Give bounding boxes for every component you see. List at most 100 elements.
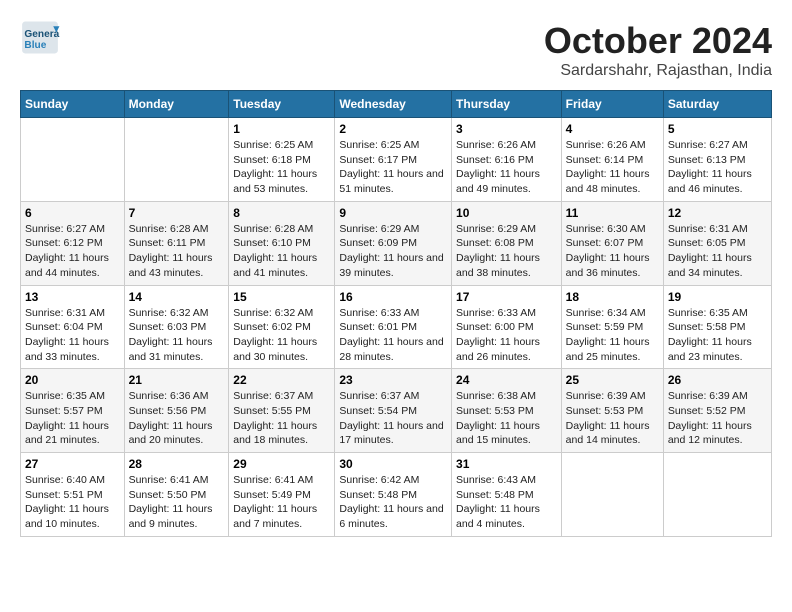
cell-info: Daylight: 11 hours and 53 minutes.: [233, 167, 330, 196]
cell-info: Sunrise: 6:42 AM: [339, 473, 447, 488]
day-number: 29: [233, 457, 330, 471]
week-row-3: 13Sunrise: 6:31 AMSunset: 6:04 PMDayligh…: [21, 285, 772, 369]
svg-text:General: General: [24, 29, 60, 40]
calendar-table: SundayMondayTuesdayWednesdayThursdayFrid…: [20, 90, 772, 537]
cell-info: Sunrise: 6:28 AM: [129, 222, 225, 237]
cell-info: Sunrise: 6:30 AM: [566, 222, 659, 237]
cell-info: Daylight: 11 hours and 21 minutes.: [25, 419, 120, 448]
calendar-cell: 17Sunrise: 6:33 AMSunset: 6:00 PMDayligh…: [452, 285, 562, 369]
day-number: 15: [233, 290, 330, 304]
cell-info: Daylight: 11 hours and 7 minutes.: [233, 502, 330, 531]
cell-info: Sunrise: 6:33 AM: [339, 306, 447, 321]
day-number: 12: [668, 206, 767, 220]
calendar-cell: 5Sunrise: 6:27 AMSunset: 6:13 PMDaylight…: [663, 118, 771, 202]
cell-info: Sunset: 6:10 PM: [233, 236, 330, 251]
cell-info: Daylight: 11 hours and 25 minutes.: [566, 335, 659, 364]
calendar-cell: [561, 453, 663, 537]
cell-info: Sunrise: 6:38 AM: [456, 389, 557, 404]
cell-info: Sunset: 6:04 PM: [25, 320, 120, 335]
day-number: 9: [339, 206, 447, 220]
cell-info: Sunrise: 6:32 AM: [233, 306, 330, 321]
calendar-cell: 8Sunrise: 6:28 AMSunset: 6:10 PMDaylight…: [229, 201, 335, 285]
cell-info: Sunrise: 6:26 AM: [456, 138, 557, 153]
cell-info: Daylight: 11 hours and 31 minutes.: [129, 335, 225, 364]
cell-info: Sunset: 6:01 PM: [339, 320, 447, 335]
cell-info: Sunrise: 6:35 AM: [668, 306, 767, 321]
cell-info: Daylight: 11 hours and 41 minutes.: [233, 251, 330, 280]
day-number: 21: [129, 373, 225, 387]
cell-info: Daylight: 11 hours and 44 minutes.: [25, 251, 120, 280]
header-day-monday: Monday: [124, 91, 229, 118]
page-header: General Blue October 2024 Sardarshahr, R…: [20, 20, 772, 80]
cell-info: Sunset: 6:03 PM: [129, 320, 225, 335]
day-number: 4: [566, 122, 659, 136]
cell-info: Sunset: 6:12 PM: [25, 236, 120, 251]
cell-info: Daylight: 11 hours and 36 minutes.: [566, 251, 659, 280]
cell-info: Sunset: 6:02 PM: [233, 320, 330, 335]
cell-info: Daylight: 11 hours and 26 minutes.: [456, 335, 557, 364]
day-number: 25: [566, 373, 659, 387]
day-number: 22: [233, 373, 330, 387]
cell-info: Sunset: 6:14 PM: [566, 153, 659, 168]
title-section: October 2024 Sardarshahr, Rajasthan, Ind…: [544, 20, 772, 80]
calendar-cell: 11Sunrise: 6:30 AMSunset: 6:07 PMDayligh…: [561, 201, 663, 285]
cell-info: Daylight: 11 hours and 18 minutes.: [233, 419, 330, 448]
cell-info: Sunrise: 6:29 AM: [339, 222, 447, 237]
cell-info: Daylight: 11 hours and 39 minutes.: [339, 251, 447, 280]
week-row-2: 6Sunrise: 6:27 AMSunset: 6:12 PMDaylight…: [21, 201, 772, 285]
cell-info: Sunrise: 6:39 AM: [668, 389, 767, 404]
cell-info: Sunset: 6:09 PM: [339, 236, 447, 251]
cell-info: Sunrise: 6:43 AM: [456, 473, 557, 488]
calendar-body: 1Sunrise: 6:25 AMSunset: 6:18 PMDaylight…: [21, 118, 772, 537]
calendar-cell: 29Sunrise: 6:41 AMSunset: 5:49 PMDayligh…: [229, 453, 335, 537]
cell-info: Sunrise: 6:32 AM: [129, 306, 225, 321]
cell-info: Daylight: 11 hours and 43 minutes.: [129, 251, 225, 280]
header-day-thursday: Thursday: [452, 91, 562, 118]
calendar-cell: 12Sunrise: 6:31 AMSunset: 6:05 PMDayligh…: [663, 201, 771, 285]
day-number: 27: [25, 457, 120, 471]
calendar-cell: 2Sunrise: 6:25 AMSunset: 6:17 PMDaylight…: [335, 118, 452, 202]
cell-info: Daylight: 11 hours and 51 minutes.: [339, 167, 447, 196]
cell-info: Daylight: 11 hours and 4 minutes.: [456, 502, 557, 531]
cell-info: Sunrise: 6:41 AM: [129, 473, 225, 488]
calendar-cell: 6Sunrise: 6:27 AMSunset: 6:12 PMDaylight…: [21, 201, 125, 285]
day-number: 7: [129, 206, 225, 220]
week-row-5: 27Sunrise: 6:40 AMSunset: 5:51 PMDayligh…: [21, 453, 772, 537]
cell-info: Sunrise: 6:41 AM: [233, 473, 330, 488]
cell-info: Sunrise: 6:35 AM: [25, 389, 120, 404]
cell-info: Sunset: 5:55 PM: [233, 404, 330, 419]
month-title: October 2024: [544, 20, 772, 62]
cell-info: Sunset: 5:57 PM: [25, 404, 120, 419]
calendar-cell: 22Sunrise: 6:37 AMSunset: 5:55 PMDayligh…: [229, 369, 335, 453]
cell-info: Sunrise: 6:29 AM: [456, 222, 557, 237]
day-number: 18: [566, 290, 659, 304]
cell-info: Sunrise: 6:36 AM: [129, 389, 225, 404]
cell-info: Sunrise: 6:26 AM: [566, 138, 659, 153]
header-day-friday: Friday: [561, 91, 663, 118]
calendar-cell: 13Sunrise: 6:31 AMSunset: 6:04 PMDayligh…: [21, 285, 125, 369]
day-number: 6: [25, 206, 120, 220]
header-day-tuesday: Tuesday: [229, 91, 335, 118]
day-number: 2: [339, 122, 447, 136]
cell-info: Daylight: 11 hours and 10 minutes.: [25, 502, 120, 531]
cell-info: Sunset: 6:17 PM: [339, 153, 447, 168]
calendar-cell: [124, 118, 229, 202]
day-number: 5: [668, 122, 767, 136]
cell-info: Sunrise: 6:40 AM: [25, 473, 120, 488]
cell-info: Sunset: 5:48 PM: [456, 488, 557, 503]
cell-info: Sunset: 6:16 PM: [456, 153, 557, 168]
cell-info: Sunset: 5:54 PM: [339, 404, 447, 419]
cell-info: Sunset: 5:53 PM: [456, 404, 557, 419]
cell-info: Sunset: 5:59 PM: [566, 320, 659, 335]
svg-text:Blue: Blue: [24, 40, 46, 51]
cell-info: Daylight: 11 hours and 9 minutes.: [129, 502, 225, 531]
cell-info: Sunset: 6:07 PM: [566, 236, 659, 251]
cell-info: Sunset: 6:00 PM: [456, 320, 557, 335]
cell-info: Sunrise: 6:27 AM: [668, 138, 767, 153]
cell-info: Sunset: 6:08 PM: [456, 236, 557, 251]
day-number: 31: [456, 457, 557, 471]
cell-info: Sunset: 6:13 PM: [668, 153, 767, 168]
cell-info: Daylight: 11 hours and 48 minutes.: [566, 167, 659, 196]
day-number: 19: [668, 290, 767, 304]
cell-info: Sunset: 5:58 PM: [668, 320, 767, 335]
